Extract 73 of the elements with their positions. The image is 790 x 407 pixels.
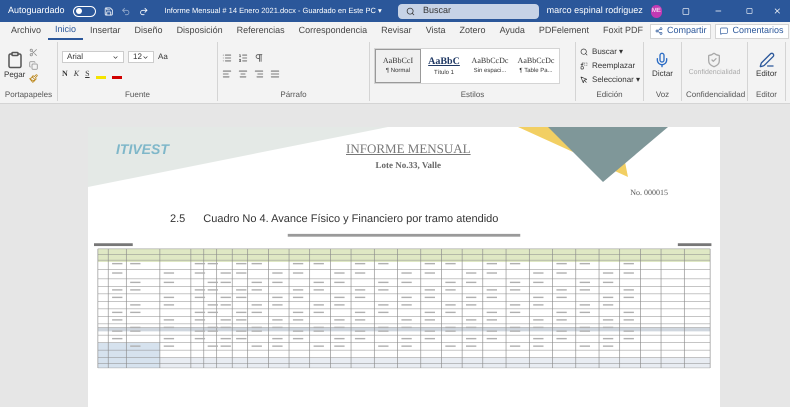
document-title: INFORME MENSUAL [346,140,471,158]
bold-button[interactable]: N [62,68,68,80]
replace-icon [580,62,588,70]
justify-icon[interactable] [270,68,280,78]
pointer-icon [580,76,588,84]
redo-icon[interactable] [138,6,148,16]
microphone-icon [654,52,670,68]
ribbon-display-icon[interactable] [682,6,690,16]
comments-button[interactable]: Comentarios [715,24,789,38]
dictate-button[interactable]: Dictar [652,52,673,80]
group-label: Confidencialidad [686,89,743,101]
align-left-icon[interactable] [222,68,232,78]
font-color-icon[interactable] [112,76,122,78]
section-number: 2.5 [170,212,186,227]
copy-icon[interactable] [29,61,38,70]
shield-icon [706,52,722,68]
editor-button[interactable]: Editor [756,52,777,80]
italic-button[interactable]: K [74,68,80,80]
ribbon-tab[interactable]: Revisar [374,22,419,40]
bullets-icon[interactable] [222,52,232,62]
group-label: Estilos [460,89,486,101]
cut-icon[interactable] [29,48,38,57]
share-icon [654,27,663,35]
editing-command[interactable]: Reemplazar [580,60,640,72]
ribbon-tab[interactable]: Referencias [230,22,292,40]
group-label: Fuente [124,89,151,101]
change-case-button[interactable]: Aa [158,51,168,63]
dropdown-caret-icon [112,54,119,60]
section-title: Cuadro No 4. Avance Físico y Financiero por tramo atendido [203,212,498,227]
ribbon-tab[interactable]: Diseño [128,22,170,40]
format-painter-icon[interactable] [29,74,38,83]
autosave-toggle[interactable] [72,6,96,16]
document-number: No. 000015 [630,187,668,199]
search-icon [406,6,415,16]
font-size-field[interactable]: 12 [128,51,154,63]
editing-command[interactable]: Seleccionar ▾ [580,74,640,86]
pen-icon [758,52,774,68]
close-icon[interactable] [773,6,782,16]
ribbon-tab[interactable]: Insertar [83,22,128,40]
group-label: Párrafo [279,89,308,101]
autosave-label: Autoguardado [8,4,65,18]
ribbon-tab[interactable]: Disposición [170,22,230,40]
search-icon [580,48,588,56]
ribbon-tab[interactable]: Vista [418,22,453,40]
clipboard-icon [6,50,24,68]
user-name: marco espinal rodriguez [546,4,643,18]
ribbon-tab[interactable]: Foxit PDF [596,22,650,40]
ribbon-tab[interactable]: PDFelement [532,22,596,40]
paste-button[interactable]: Pegar [4,50,26,80]
comment-icon [720,27,728,35]
align-right-icon[interactable] [254,68,264,78]
share-button[interactable]: Compartir [650,24,712,38]
group-label: Portapapeles [4,89,53,101]
ribbon-tab[interactable]: Zotero [452,22,493,40]
ribbon-tab[interactable]: Ayuda [492,22,532,40]
maximize-icon[interactable] [746,7,754,15]
ribbon-tab[interactable]: Archivo [4,22,48,40]
ribbon-tab[interactable]: Correspondencia [292,22,374,40]
save-icon[interactable] [104,6,114,16]
group-label: Voz [654,89,670,101]
numbering-icon[interactable] [238,52,248,62]
search-placeholder: Buscar [422,4,451,18]
editing-command[interactable]: Buscar ▾ [580,46,640,58]
search-field[interactable]: Buscar [398,4,539,18]
document-subtitle: Lote No.33, Valle [376,158,442,172]
pilcrow-icon[interactable] [254,52,264,62]
align-center-icon[interactable] [238,68,248,78]
underline-button[interactable]: S [85,68,90,80]
company-logo: ITIVEST [116,140,171,159]
font-name-field[interactable]: Arial [62,51,124,63]
group-label: Edición [595,89,624,101]
dropdown-caret-icon [142,54,149,60]
group-label: Editor [755,89,778,101]
